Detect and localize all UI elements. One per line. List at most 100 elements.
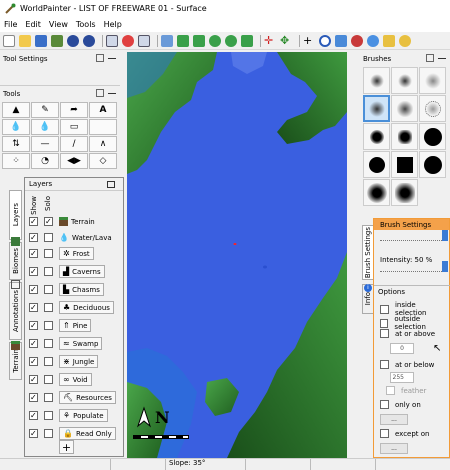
float-panel-icon[interactable] (96, 89, 104, 97)
layer-button[interactable]: ⋇ Jungle (59, 355, 99, 368)
brush-solid-square[interactable] (391, 151, 418, 178)
show-checkbox[interactable] (29, 267, 38, 276)
show-checkbox[interactable] (29, 321, 38, 330)
brush-soft-circle[interactable] (363, 67, 390, 94)
menu-view[interactable]: View (45, 20, 72, 29)
move-up-icon[interactable] (177, 35, 189, 47)
mountain-tool-icon[interactable]: ∧ (89, 136, 117, 152)
brush-solid-small[interactable] (363, 151, 390, 178)
solo-checkbox[interactable] (44, 233, 53, 242)
layer-button[interactable]: ≈ Swamp (59, 337, 103, 350)
at-or-above-spinner[interactable]: 0 (390, 343, 414, 354)
show-checkbox[interactable] (29, 249, 38, 258)
globe-icon[interactable] (367, 35, 379, 47)
export-icon[interactable] (51, 35, 63, 47)
only-on-select[interactable]: ... (380, 414, 408, 425)
solo-checkbox[interactable] (44, 375, 53, 384)
radius-slider[interactable] (380, 230, 448, 241)
layer-label[interactable]: Terrain (59, 217, 95, 226)
inside-selection-checkbox[interactable] (380, 304, 389, 314)
solo-checkbox[interactable] (44, 339, 53, 348)
minimize-panel-icon[interactable] (108, 54, 116, 59)
layer-button[interactable]: ⇑ Pine (59, 319, 92, 332)
layer-button[interactable]: ⛏ Resources (59, 391, 116, 404)
raise-tool-icon[interactable]: ⇅ (2, 136, 30, 152)
new-file-icon[interactable] (3, 35, 15, 47)
brush-soft-large[interactable] (363, 179, 390, 206)
move-tool-icon[interactable]: ✥ (280, 35, 292, 47)
tab-biomes[interactable]: Biomes (9, 242, 22, 280)
at-or-below-checkbox[interactable] (380, 360, 389, 369)
slope-tool-icon[interactable]: ◀▶ (60, 153, 88, 169)
redo-icon[interactable] (83, 35, 95, 47)
image-icon[interactable] (335, 35, 347, 47)
brush-square[interactable] (391, 95, 418, 122)
menu-tools[interactable]: Tools (72, 20, 100, 29)
tab-annotations[interactable]: Annotations (9, 282, 22, 340)
layer-button[interactable]: 🔒 Read Only (59, 427, 116, 440)
brush-selected-circle[interactable] (363, 95, 390, 122)
minimize-panel-icon[interactable] (108, 89, 116, 94)
zoom-reset-icon[interactable] (122, 35, 134, 47)
circle-tool-icon[interactable]: ◔ (31, 153, 59, 169)
show-checkbox[interactable] (29, 233, 38, 242)
smooth-tool-icon[interactable]: ∕ (60, 136, 88, 152)
show-checkbox[interactable] (29, 217, 38, 226)
outside-selection-checkbox[interactable] (380, 318, 389, 328)
open-folder-icon[interactable] (19, 35, 31, 47)
solo-checkbox[interactable] (44, 429, 53, 438)
layer-button[interactable]: ⚘ Populate (59, 409, 108, 422)
float-panel-icon[interactable] (96, 54, 104, 62)
show-checkbox[interactable] (29, 357, 38, 366)
menu-file[interactable]: File (0, 20, 21, 29)
solo-checkbox[interactable] (44, 249, 53, 258)
solo-checkbox[interactable] (44, 357, 53, 366)
solo-checkbox[interactable] (44, 285, 53, 294)
zoom-out-icon[interactable] (138, 35, 150, 47)
brush-hard-square[interactable] (391, 123, 418, 150)
brush-noise-2[interactable] (419, 95, 446, 122)
water-tool-icon[interactable]: 💧 (2, 119, 30, 135)
minimize-panel-icon[interactable] (438, 54, 446, 59)
solo-checkbox[interactable] (44, 217, 53, 226)
rotate-icon[interactable] (209, 35, 221, 47)
feather-checkbox[interactable] (386, 386, 395, 395)
crosshair-icon[interactable]: ✛ (264, 35, 276, 47)
layer-label[interactable]: 💧 Water/Lava (59, 233, 112, 242)
slider-thumb[interactable] (442, 261, 448, 272)
at-or-above-checkbox[interactable] (380, 329, 389, 338)
flip-icon[interactable] (241, 35, 253, 47)
except-on-select[interactable]: ... (380, 443, 408, 454)
lightbulb-icon[interactable] (399, 35, 411, 47)
except-on-checkbox[interactable] (380, 429, 389, 438)
menu-edit[interactable]: Edit (21, 20, 45, 29)
solo-checkbox[interactable] (44, 267, 53, 276)
pencil-tool-icon[interactable]: ✎ (31, 102, 59, 118)
solo-checkbox[interactable] (44, 321, 53, 330)
grid-icon[interactable] (161, 35, 173, 47)
ramp-tool-icon[interactable]: ◇ (89, 153, 117, 169)
solo-checkbox[interactable] (44, 303, 53, 312)
flood-tool-icon[interactable]: ➦ (60, 102, 88, 118)
intensity-slider[interactable] (380, 261, 448, 272)
flatten-tool-icon[interactable]: — (31, 136, 59, 152)
solo-checkbox[interactable] (44, 393, 53, 402)
layer-button[interactable]: ▙ Chasms (59, 283, 104, 296)
layer-button[interactable]: ✲ Frost (59, 247, 94, 260)
brush-hard-small[interactable] (363, 123, 390, 150)
lava-tool-icon[interactable]: 💧 (31, 119, 59, 135)
map-canvas[interactable]: N (127, 52, 347, 458)
only-on-checkbox[interactable] (380, 400, 389, 409)
show-checkbox[interactable] (29, 393, 38, 402)
brush-rough[interactable] (419, 151, 446, 178)
show-checkbox[interactable] (29, 375, 38, 384)
tab-layers[interactable]: Layers (9, 190, 22, 240)
text-tool-icon[interactable]: A (89, 102, 117, 118)
zoom-in-icon[interactable] (106, 35, 118, 47)
target-icon[interactable] (319, 35, 331, 47)
eye-icon[interactable] (351, 35, 363, 47)
brush-soft-square[interactable] (391, 67, 418, 94)
brush-solid-circle[interactable] (419, 123, 446, 150)
layer-button[interactable]: ♣ Deciduous (59, 301, 114, 314)
menu-help[interactable]: Help (100, 20, 126, 29)
